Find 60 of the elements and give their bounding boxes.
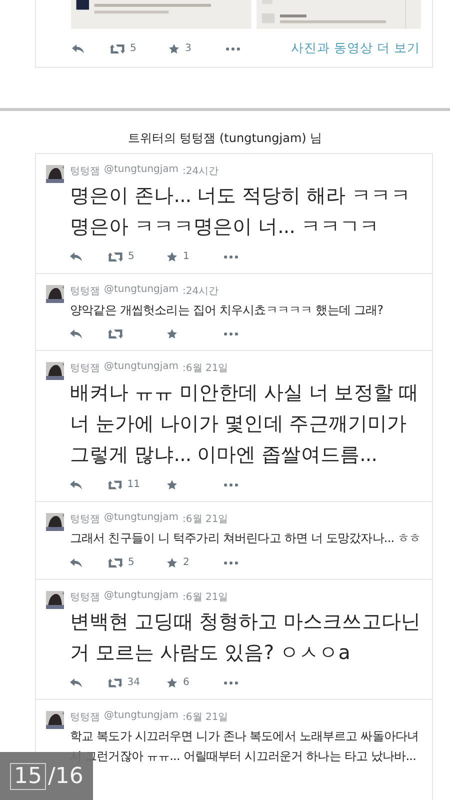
reply-icon[interactable]: [72, 44, 84, 54]
star-icon[interactable]: [168, 44, 180, 54]
reply-icon[interactable]: [70, 329, 82, 339]
reply-icon[interactable]: [70, 558, 82, 568]
tweet-text: 변백현 고딩때 청형하고 마스크쓰고다닌거 모르는 사람도 있음? ㅇㅅㅇa: [70, 609, 422, 666]
user-handle[interactable]: @tungtungjam: [104, 710, 179, 724]
user-name[interactable]: 텅텅잼: [70, 164, 100, 178]
more-icon[interactable]: [224, 332, 238, 336]
favorite-count: 1: [183, 251, 190, 262]
reply-icon[interactable]: [70, 252, 82, 262]
favorite-count: 3: [185, 43, 192, 54]
retweet-icon[interactable]: [108, 558, 123, 568]
current-page: 15: [10, 762, 46, 790]
user-name[interactable]: 텅텅잼: [70, 361, 100, 375]
retweet-icon[interactable]: [110, 44, 125, 54]
user-handle[interactable]: @tungtungjam: [104, 512, 179, 526]
tweet-time[interactable]: :6월 21일: [182, 710, 228, 724]
reply-icon[interactable]: [70, 678, 82, 688]
star-icon[interactable]: [166, 678, 178, 688]
more-icon[interactable]: [224, 254, 238, 258]
star-icon[interactable]: [166, 329, 178, 339]
user-handle[interactable]: @tungtungjam: [104, 284, 179, 298]
user-name[interactable]: 텅텅잼: [70, 284, 100, 298]
retweet-icon[interactable]: [108, 678, 122, 688]
retweet-icon[interactable]: [108, 252, 123, 262]
user-handle[interactable]: @tungtungjam: [104, 361, 179, 375]
retweet-count: 34: [127, 677, 140, 688]
tweet-text: 배켜나 ㅠㅠ 미안한데 사실 너 보정할 때 너 눈가에 나이가 몇인데 주근깨기미가 그렇게 많냐... 이마엔 좁쌀여드름...: [70, 380, 420, 468]
user-handle[interactable]: @tungtungjam: [104, 164, 179, 178]
tweet-text: 양악같은 개씹헛소리는 집어 치우시쵸ㅋㅋㅋㅋ 했는데 그래?: [70, 302, 384, 319]
tweet-time[interactable]: :24시간: [182, 164, 219, 178]
more-media-link[interactable]: 사진과 동영상 더 보기: [291, 40, 420, 57]
favorite-count: 6: [183, 677, 190, 688]
star-icon[interactable]: [166, 252, 178, 262]
user-name[interactable]: 텅텅잼: [70, 710, 100, 724]
retweet-count: 11: [127, 479, 140, 490]
favorite-count: 2: [183, 557, 190, 568]
tweet-time[interactable]: :24시간: [182, 284, 219, 298]
tweet-text: 그래서 친구들이 니 턱주가리 쳐버린다고 하면 너 도망갔자나... ㅎㅎ: [70, 530, 422, 547]
user-name[interactable]: 텅텅잼: [70, 512, 100, 526]
retweet-count: 5: [128, 251, 134, 262]
tweet-time[interactable]: :6월 21일: [182, 361, 228, 375]
more-icon[interactable]: [224, 482, 238, 486]
page-title: 트위터의 텅텅잼 (tungtungjam) 님: [126, 130, 324, 147]
user-name[interactable]: 텅텅잼: [70, 590, 100, 604]
star-icon[interactable]: [166, 480, 178, 490]
reply-icon[interactable]: [70, 480, 82, 490]
tweet-time[interactable]: :6월 21일: [182, 590, 228, 604]
retweet-count: 5: [128, 557, 134, 568]
tweet-time[interactable]: :6월 21일: [182, 512, 228, 526]
more-icon[interactable]: [224, 680, 238, 684]
user-handle[interactable]: @tungtungjam: [104, 590, 179, 604]
retweet-count: 5: [130, 43, 136, 54]
star-icon[interactable]: [166, 558, 178, 568]
retweet-icon[interactable]: [108, 329, 123, 339]
total-pages: /16: [48, 764, 84, 788]
more-icon[interactable]: [226, 46, 240, 50]
retweet-icon[interactable]: [108, 480, 122, 490]
more-icon[interactable]: [224, 560, 238, 564]
tweet-text: 명은이 존나... 너도 적당히 해라 ㅋㅋㅋ 명은아 ㅋㅋㅋ명은이 너... ㅋㅋㄱㅋ: [70, 183, 412, 240]
